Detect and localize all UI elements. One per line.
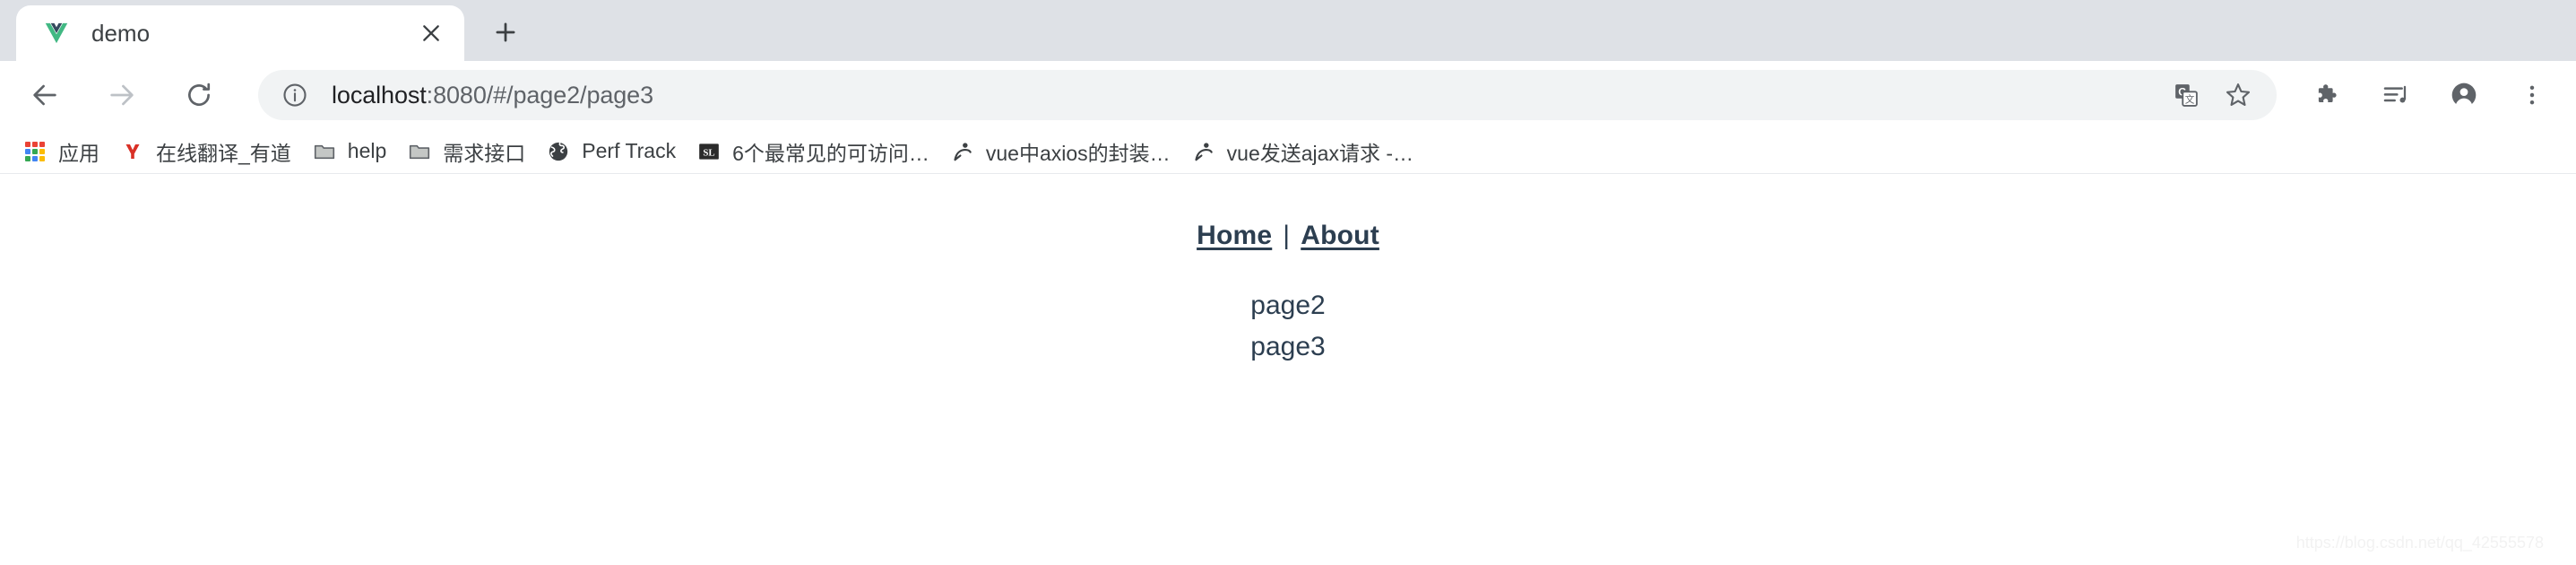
bookmark-label: Perf Track <box>582 139 677 162</box>
content-line-page3: page3 <box>1250 331 1326 361</box>
translate-icon[interactable]: G 文 <box>2164 73 2209 117</box>
bookmark-vue-axios[interactable]: vue中axios的封装… <box>940 134 1181 170</box>
tab-close-icon[interactable] <box>411 13 452 54</box>
bookmark-accessibility-article[interactable]: SL 6个最常见的可访问… <box>687 134 940 170</box>
media-control-icon[interactable] <box>2372 71 2420 119</box>
bookmark-label: vue发送ajax请求 -… <box>1226 141 1413 165</box>
globe-icon <box>547 140 570 163</box>
nav-separator: | <box>1283 221 1291 250</box>
vue-logo-icon <box>43 20 70 47</box>
folder-icon <box>313 140 336 163</box>
content-line-page2: page2 <box>1250 291 1326 320</box>
router-view-content: page2 page3 <box>0 285 2576 367</box>
youdao-icon <box>121 140 144 163</box>
page-viewport: Home | About page2 page3 https://blog.csdn… <box>0 174 2576 565</box>
bookmark-label: 6个最常见的可访问… <box>732 141 929 165</box>
extensions-puzzle-icon[interactable] <box>2304 71 2352 119</box>
profile-avatar-icon[interactable] <box>2440 71 2488 119</box>
svg-text:SL: SL <box>703 147 714 158</box>
bookmark-vue-ajax[interactable]: vue发送ajax请求 -… <box>1181 134 1424 170</box>
app-nav: Home | About <box>0 174 2576 251</box>
tab-strip: demo <box>0 0 2576 61</box>
new-tab-button[interactable] <box>480 7 531 57</box>
site-info-icon[interactable] <box>280 80 310 110</box>
bookmark-perf-track[interactable]: Perf Track <box>536 134 687 170</box>
watermark: https://blog.csdn.net/qq_42555578 <box>2295 534 2544 552</box>
bookmark-label: help <box>347 139 387 162</box>
kebab-menu-icon[interactable] <box>2508 71 2556 119</box>
bookmark-label: 应用 <box>58 141 99 165</box>
reload-button[interactable] <box>174 70 224 120</box>
url-path: :8080/#/page2/page3 <box>426 81 654 109</box>
bookmark-star-icon[interactable] <box>2216 73 2260 117</box>
back-button[interactable] <box>20 70 70 120</box>
plus-icon <box>496 22 515 42</box>
bookmark-label: 需求接口 <box>443 141 526 165</box>
nav-link-about[interactable]: About <box>1301 221 1379 250</box>
arrow-left-icon <box>33 84 56 106</box>
nav-link-home[interactable]: Home <box>1197 221 1272 250</box>
svg-text:文: 文 <box>2185 94 2195 106</box>
bookmark-apps[interactable]: 应用 <box>13 134 110 170</box>
url-text[interactable]: localhost:8080/#/page2/page3 <box>332 82 2164 109</box>
bookmarks-bar: 应用 在线翻译_有道 help 需求接口 Perf Track SL 6个最常见… <box>0 129 2576 174</box>
csdn-icon <box>1192 140 1215 163</box>
bookmark-label: 在线翻译_有道 <box>156 141 291 165</box>
address-bar[interactable]: localhost:8080/#/page2/page3 G 文 <box>258 70 2277 120</box>
csdn-icon <box>951 140 974 163</box>
forward-button[interactable] <box>97 70 147 120</box>
apps-grid-icon <box>23 140 47 163</box>
arrow-right-icon <box>110 84 134 106</box>
url-host: localhost <box>332 81 427 109</box>
browser-toolbar: localhost:8080/#/page2/page3 G 文 <box>0 61 2576 129</box>
browser-tab-demo[interactable]: demo <box>16 5 464 61</box>
browser-window: demo localhost:8080/#/page2/page3 文 应用 在… <box>0 0 2576 565</box>
bookmark-help[interactable]: help <box>302 134 397 170</box>
bookmark-requirements-api[interactable]: 需求接口 <box>397 134 536 170</box>
reload-icon <box>188 83 211 106</box>
bookmark-label: vue中axios的封装… <box>985 141 1171 165</box>
bookmark-youdao[interactable]: 在线翻译_有道 <box>110 134 302 170</box>
folder-icon <box>408 140 431 163</box>
sl-badge-icon: SL <box>697 140 721 163</box>
tab-title: demo <box>91 19 151 47</box>
